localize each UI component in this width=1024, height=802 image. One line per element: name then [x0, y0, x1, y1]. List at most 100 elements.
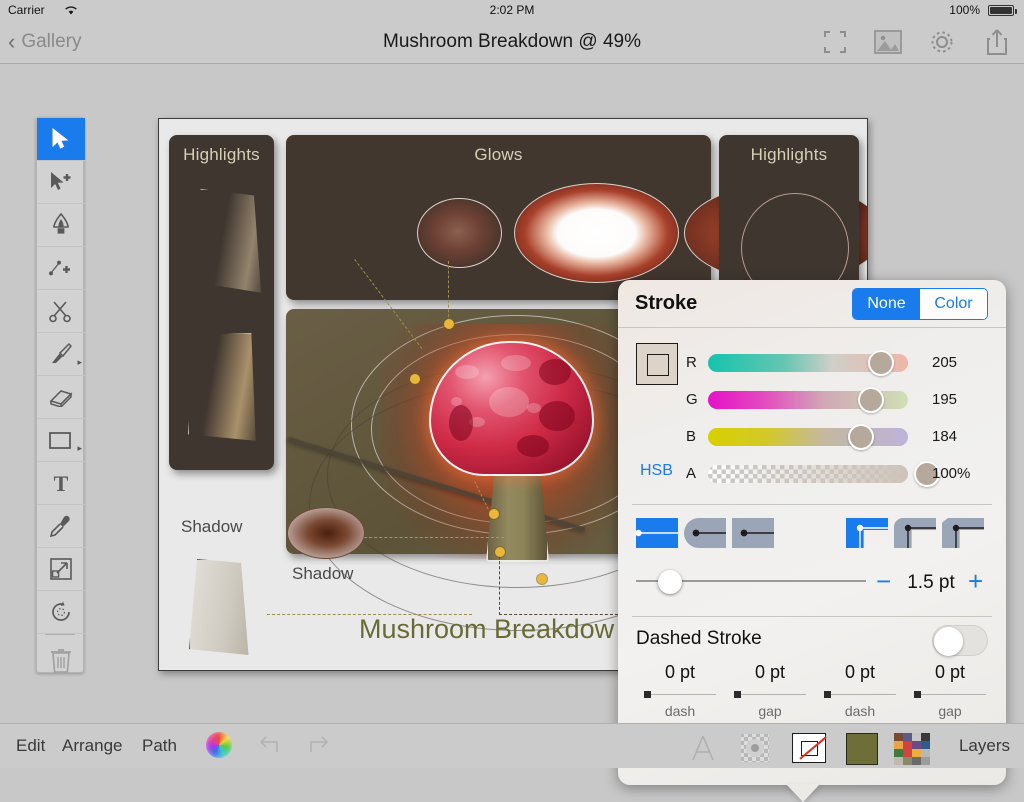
stroke-width-thumb[interactable]	[658, 570, 682, 594]
hsb-toggle-button[interactable]: HSB	[640, 462, 673, 480]
anchor-node[interactable]	[444, 319, 454, 329]
cap-round-button[interactable]	[684, 518, 726, 548]
effects-icon[interactable]	[740, 733, 770, 763]
dash-segment-4[interactable]: 0 pt gap	[906, 662, 994, 719]
slider-thumb-b[interactable]	[848, 424, 874, 450]
eraser-tool[interactable]	[37, 376, 85, 419]
tool-submenu-arrow-shape[interactable]: ▸	[77, 443, 82, 454]
fill-swatch-icon[interactable]	[846, 733, 878, 765]
cap-butt-button[interactable]	[636, 518, 678, 548]
transform-tool[interactable]	[37, 548, 85, 591]
status-bar: Carrier 2:02 PM 100%	[0, 0, 1024, 20]
dash-segment-1-slider[interactable]	[644, 689, 716, 699]
select-tool[interactable]	[37, 118, 85, 161]
dashed-stroke-label: Dashed Stroke	[636, 628, 762, 649]
stroke-width-decrement-button[interactable]: −	[876, 566, 891, 597]
brush-tool[interactable]: ▸	[37, 333, 85, 376]
slider-thumb-g[interactable]	[858, 387, 884, 413]
slider-thumb-r[interactable]	[868, 350, 894, 376]
stroke-swatch-icon[interactable]	[792, 733, 827, 763]
stroke-color-swatch-inner	[647, 354, 669, 376]
dash-segment-4-slider[interactable]	[914, 689, 986, 699]
shadow-shape	[189, 559, 249, 656]
cap-square-button[interactable]	[732, 518, 774, 548]
stroke-width-increment-button[interactable]: +	[968, 566, 983, 597]
rotate-icon	[52, 601, 70, 621]
pen-tool[interactable]	[37, 204, 85, 247]
dash-segment-2-slider[interactable]	[734, 689, 806, 699]
slider-track-a[interactable]	[708, 465, 908, 483]
color-wheel-icon[interactable]	[206, 732, 232, 758]
gear-icon[interactable]	[928, 28, 956, 56]
dash-segment-3-caption: dash	[844, 703, 876, 719]
scissors-tool[interactable]	[37, 290, 85, 333]
palette-icon[interactable]	[894, 733, 930, 765]
channel-value-r: 205	[932, 354, 958, 371]
eyedropper-tool[interactable]	[37, 505, 85, 548]
anchor-node[interactable]	[410, 374, 420, 384]
edit-menu-button[interactable]: Edit	[16, 736, 45, 756]
channel-label-a: A	[686, 465, 697, 482]
connector-dash-1	[448, 261, 449, 327]
slider-track-b[interactable]	[708, 428, 908, 446]
color-channel-row-g: G 195	[686, 387, 986, 413]
dash-segment-3-value: 0 pt	[844, 662, 876, 682]
stroke-color-swatch[interactable]	[636, 343, 678, 385]
dash-segment-2[interactable]: 0 pt gap	[726, 662, 814, 719]
text-style-icon[interactable]	[688, 733, 718, 763]
join-miter-button[interactable]	[846, 518, 888, 548]
direct-select-tool[interactable]	[37, 161, 85, 204]
dash-segment-1-value: 0 pt	[664, 662, 696, 682]
svg-text:T: T	[54, 472, 69, 494]
arrange-menu-button[interactable]: Arrange	[62, 736, 122, 756]
battery-icon	[988, 5, 1017, 16]
shape-tool[interactable]: ▸	[37, 419, 85, 462]
channel-value-a: 100%	[932, 465, 971, 482]
connector-dash-6	[499, 551, 500, 615]
stroke-type-segmented-control: None Color	[852, 288, 988, 320]
rotate-tool[interactable]	[37, 591, 85, 634]
anchor-node[interactable]	[489, 509, 499, 519]
text-tool[interactable]: T	[37, 462, 85, 505]
undo-icon[interactable]	[256, 735, 280, 755]
layers-button[interactable]: Layers	[959, 736, 1010, 756]
fit-to-screen-icon[interactable]	[822, 29, 848, 55]
anchor-node[interactable]	[537, 574, 547, 584]
stroke-color-segment[interactable]: Color	[920, 289, 987, 319]
stroke-none-segment[interactable]: None	[853, 289, 920, 319]
eyedropper-icon	[49, 515, 70, 538]
page-title: Mushroom Breakdown @ 49%	[383, 31, 641, 52]
text-t-icon: T	[54, 472, 69, 494]
dash-segment-3[interactable]: 0 pt dash	[816, 662, 904, 719]
artwork-panel-highlights-left: Highlights	[169, 135, 274, 470]
join-round-button[interactable]	[894, 518, 936, 548]
stroke-panel-title: Stroke	[635, 292, 698, 314]
highlight-shape-1	[193, 189, 262, 293]
scale-arrow-icon	[50, 558, 72, 580]
dash-segment-1-caption: dash	[664, 703, 696, 719]
dash-segment-3-slider[interactable]	[824, 689, 896, 699]
tool-submenu-arrow-brush[interactable]: ▸	[77, 357, 82, 368]
share-icon[interactable]	[986, 28, 1008, 56]
channel-value-g: 195	[932, 391, 958, 408]
tool-palette: ▸ ▸ T	[36, 117, 85, 673]
stroke-popover-header: Stroke None Color	[618, 280, 1006, 328]
stroke-width-slider[interactable]	[636, 570, 866, 594]
redo-icon[interactable]	[308, 735, 332, 755]
connector-dash-4	[364, 537, 504, 538]
path-menu-button[interactable]: Path	[142, 736, 177, 756]
join-bevel-button[interactable]	[942, 518, 984, 548]
trash-icon	[51, 649, 71, 673]
color-channel-row-b: B 184	[686, 424, 986, 450]
rectangle-icon	[49, 432, 71, 449]
artwork-title-text: Mushroom Breakdow	[359, 614, 615, 644]
dashed-stroke-toggle[interactable]	[932, 625, 988, 656]
image-icon[interactable]	[874, 30, 902, 54]
artwork-label-shadow-1: Shadow	[181, 517, 243, 536]
glow-ellipse-small	[417, 198, 502, 268]
delete-tool[interactable]	[37, 635, 85, 687]
anchor-node[interactable]	[495, 547, 505, 557]
panel-divider-2	[632, 616, 992, 617]
add-point-tool[interactable]	[37, 247, 85, 290]
dash-segment-1[interactable]: 0 pt dash	[636, 662, 724, 719]
